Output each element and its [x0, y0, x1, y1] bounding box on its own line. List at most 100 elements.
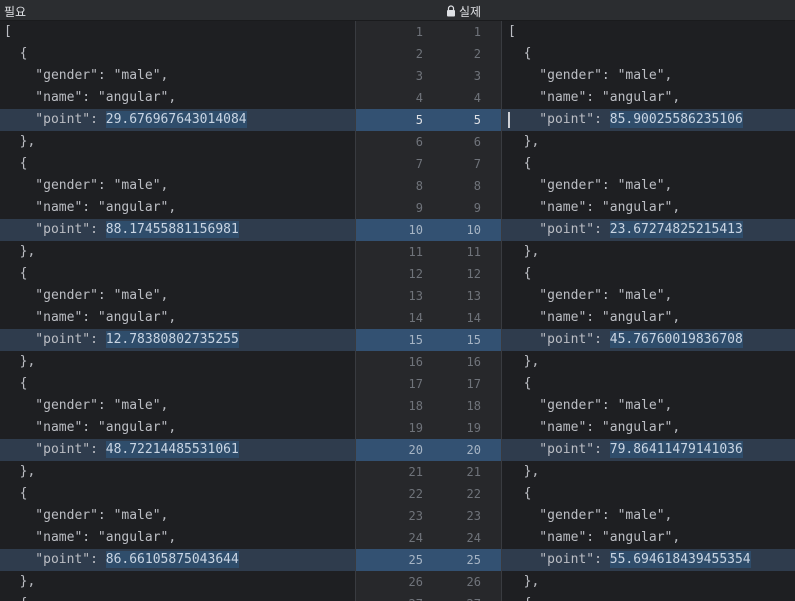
expected-code-line[interactable]: },: [0, 351, 355, 373]
actual-code-line[interactable]: "gender": "male",: [502, 65, 795, 87]
expected-code-line[interactable]: "gender": "male",: [0, 395, 355, 417]
actual-code-line[interactable]: "point": 45.76760019836708: [502, 329, 795, 351]
line-number-row: 22: [356, 43, 501, 65]
expected-code-line[interactable]: {: [0, 593, 355, 601]
actual-code-text: },: [508, 134, 540, 149]
actual-code-line[interactable]: {: [502, 593, 795, 601]
lock-icon: [447, 4, 455, 16]
point-value: 23.67274825215413: [609, 221, 743, 238]
point-key: "point":: [508, 552, 610, 567]
right-line-number: 23: [466, 509, 481, 523]
point-value: 79.86411479141036: [609, 441, 743, 458]
point-value: 48.72214485531061: [105, 441, 239, 458]
expected-code-line[interactable]: "gender": "male",: [0, 505, 355, 527]
expected-code-text: {: [4, 266, 28, 281]
expected-code-line[interactable]: "name": "angular",: [0, 87, 355, 109]
line-number-row: 44: [356, 87, 501, 109]
actual-code-line[interactable]: "name": "angular",: [502, 527, 795, 549]
expected-code-text: "point": 88.17455881156981: [0, 221, 239, 238]
left-line-number: 20: [408, 443, 423, 457]
actual-code-line[interactable]: "name": "angular",: [502, 197, 795, 219]
left-line-number: 6: [415, 135, 423, 149]
left-line-number: 9: [415, 201, 423, 215]
expected-code-line[interactable]: {: [0, 263, 355, 285]
diff-header: 필요 실제: [0, 0, 795, 21]
left-line-number: 7: [415, 157, 423, 171]
actual-code-line[interactable]: {: [502, 153, 795, 175]
line-number-row: 13 13: [356, 285, 501, 307]
expected-code-line[interactable]: {: [0, 373, 355, 395]
right-line-number: 12: [466, 267, 481, 281]
expected-code-line[interactable]: },: [0, 131, 355, 153]
expected-code-line[interactable]: "gender": "male",: [0, 175, 355, 197]
expected-code-line[interactable]: "gender": "male",: [0, 285, 355, 307]
actual-code-line[interactable]: "point": 79.86411479141036: [502, 439, 795, 461]
line-number-row: 77: [356, 153, 501, 175]
expected-code-line[interactable]: "point": 88.17455881156981: [0, 219, 355, 241]
actual-code-text: "name": "angular",: [508, 310, 681, 325]
actual-code-text: "gender": "male",: [508, 288, 673, 303]
right-line-number: 24: [466, 531, 481, 545]
actual-code-line[interactable]: [: [502, 21, 795, 43]
actual-code-text: "gender": "male",: [508, 508, 673, 523]
expected-code-line[interactable]: },: [0, 571, 355, 593]
expected-code-line[interactable]: "name": "angular",: [0, 307, 355, 329]
actual-code-line[interactable]: },: [502, 351, 795, 373]
actual-code-line[interactable]: "name": "angular",: [502, 87, 795, 109]
right-line-number: 16: [466, 355, 481, 369]
expected-code-line[interactable]: "name": "angular",: [0, 417, 355, 439]
actual-code-line[interactable]: "name": "angular",: [502, 307, 795, 329]
actual-code-line[interactable]: "gender": "male",: [502, 505, 795, 527]
line-number-row: 88: [356, 175, 501, 197]
expected-code-line[interactable]: [: [0, 21, 355, 43]
actual-code-line[interactable]: },: [502, 461, 795, 483]
actual-code-line[interactable]: },: [502, 131, 795, 153]
actual-code-line[interactable]: {: [502, 483, 795, 505]
expected-code-line[interactable]: "name": "angular",: [0, 197, 355, 219]
actual-code-line[interactable]: "gender": "male",: [502, 175, 795, 197]
actual-code-line[interactable]: "point": 23.67274825215413: [502, 219, 795, 241]
right-line-number: 22: [466, 487, 481, 501]
expected-code-line[interactable]: "point": 48.72214485531061: [0, 439, 355, 461]
expected-code-line[interactable]: {: [0, 153, 355, 175]
left-line-number: 1: [415, 25, 423, 39]
right-line-number: 13: [466, 289, 481, 303]
point-key: "point":: [508, 112, 610, 127]
left-line-number: 13: [408, 289, 423, 303]
actual-code-line[interactable]: {: [502, 43, 795, 65]
expected-code-line[interactable]: },: [0, 461, 355, 483]
expected-pane[interactable]: [ { "gender": "male", "name": "angular",…: [0, 21, 355, 601]
expected-code-line[interactable]: "name": "angular",: [0, 527, 355, 549]
actual-code-line[interactable]: },: [502, 571, 795, 593]
actual-code-line[interactable]: "name": "angular",: [502, 417, 795, 439]
point-value: 85.90025586235106: [609, 111, 743, 128]
expected-code-line[interactable]: },: [0, 241, 355, 263]
actual-code-line[interactable]: {: [502, 373, 795, 395]
right-line-number: 27: [423, 593, 481, 601]
expected-code-line[interactable]: {: [0, 43, 355, 65]
line-number-row: 12 12: [356, 263, 501, 285]
expected-code-line[interactable]: {: [0, 483, 355, 505]
left-line-number: 24: [408, 531, 423, 545]
line-number-row: 20 20: [356, 439, 501, 461]
actual-code-line[interactable]: "point": 55.694618439455354: [502, 549, 795, 571]
line-number-row: 24 24: [356, 527, 501, 549]
actual-code-line[interactable]: "gender": "male",: [502, 285, 795, 307]
actual-code-line[interactable]: "gender": "male",: [502, 395, 795, 417]
actual-code-text: "point": 55.694618439455354: [502, 551, 751, 568]
expected-code-line[interactable]: "point": 12.78380802735255: [0, 329, 355, 351]
actual-pane[interactable]: [ { "gender": "male", "name": "angular",…: [502, 21, 795, 601]
actual-code-line[interactable]: "point": 85.90025586235106: [502, 109, 795, 131]
point-key: "point":: [508, 442, 610, 457]
expected-code-line[interactable]: "gender": "male",: [0, 65, 355, 87]
actual-code-line[interactable]: {: [502, 263, 795, 285]
actual-code-text: "gender": "male",: [508, 68, 673, 83]
expected-code-line[interactable]: "point": 29.676967643014084: [0, 109, 355, 131]
expected-code-line[interactable]: "point": 86.66105875043644: [0, 549, 355, 571]
expected-code-text: "gender": "male",: [4, 508, 169, 523]
left-line-number: 25: [408, 553, 423, 567]
expected-code-text: "gender": "male",: [4, 68, 169, 83]
expected-code-text: {: [4, 156, 28, 171]
actual-code-line[interactable]: },: [502, 241, 795, 263]
left-line-number: 5: [415, 113, 423, 127]
